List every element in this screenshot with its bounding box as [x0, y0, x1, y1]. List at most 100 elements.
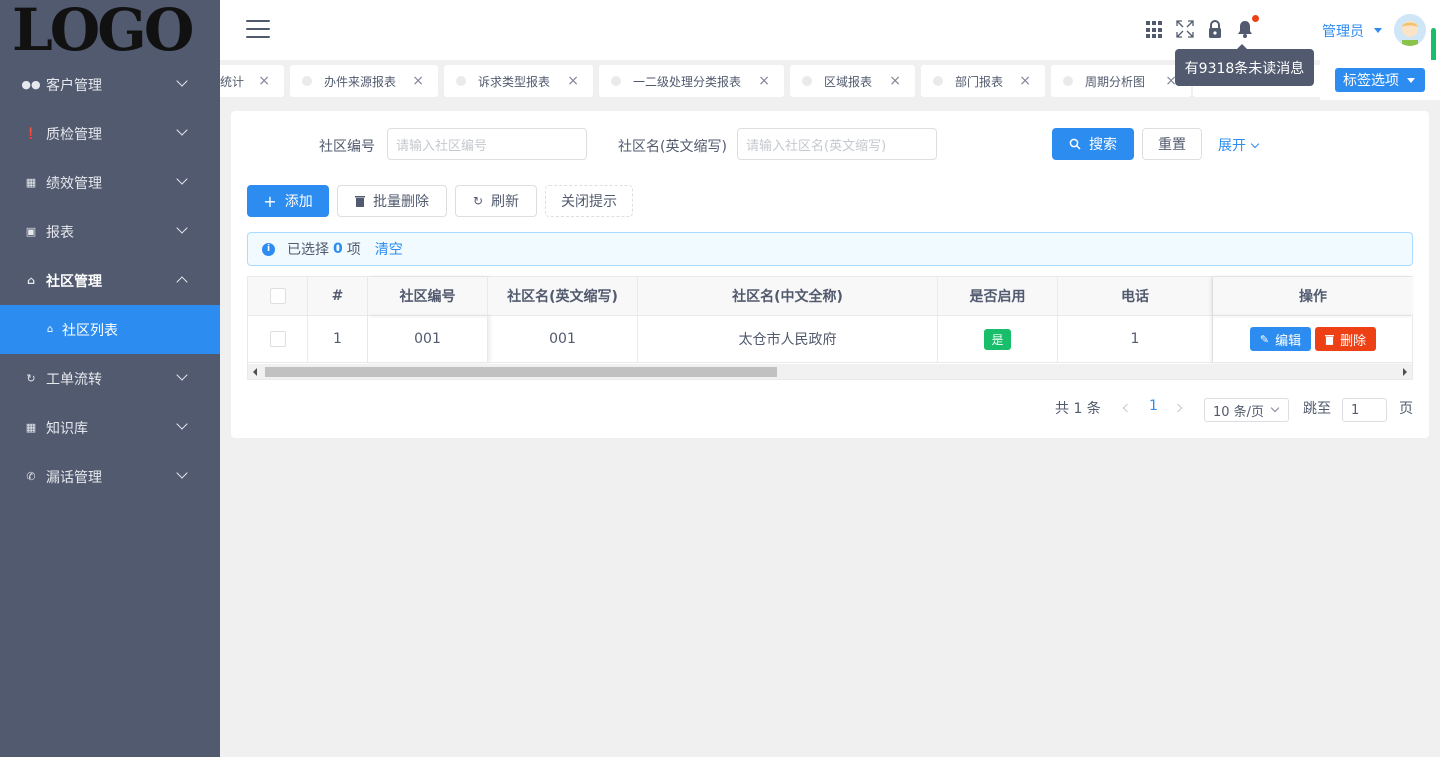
sidebar-item-label: 社区管理: [46, 273, 102, 290]
selection-alert: i 已选择 0 项 清空: [247, 232, 1413, 266]
sidebar-item-report[interactable]: ▣ 报表: [0, 207, 220, 256]
close-icon[interactable]: ×: [412, 73, 424, 89]
close-icon[interactable]: ×: [889, 73, 901, 89]
sidebar-subitem-community-list[interactable]: ⌂ 社区列表: [0, 305, 220, 354]
phone-icon: ✆: [26, 470, 36, 483]
close-icon[interactable]: ×: [1019, 73, 1031, 89]
tab-source-report[interactable]: 办件来源报表 ×: [290, 65, 438, 97]
tab-dot-icon: [611, 76, 621, 86]
sidebar-item-label: 漏话管理: [46, 469, 102, 486]
code-label: 社区编号: [319, 139, 375, 155]
chevron-down-icon: [176, 467, 188, 479]
close-tip-button[interactable]: 关闭提示: [545, 185, 633, 217]
add-button[interactable]: + 添加: [247, 185, 329, 217]
search-button-label: 搜索: [1089, 137, 1117, 153]
chevron-down-icon: [1250, 139, 1260, 149]
sidebar-item-label: 报表: [46, 224, 74, 241]
tab-label: 一二级处理分类报表: [633, 74, 742, 89]
notification-dot: [1252, 15, 1259, 22]
close-tip-label: 关闭提示: [561, 194, 617, 210]
caret-down-icon[interactable]: [1374, 28, 1382, 33]
sidebar-item-label: 客户管理: [46, 77, 102, 94]
chevron-down-icon: [176, 369, 188, 381]
chevron-down-icon: [176, 124, 188, 136]
sidebar-item-workorder[interactable]: ↻ 工单流转: [0, 354, 220, 403]
tab-classification-report[interactable]: 一二级处理分类报表 ×: [599, 65, 784, 97]
trash-icon: [1325, 334, 1335, 345]
name-label: 社区名(英文缩写): [618, 139, 727, 155]
edit-icon: ✎: [1259, 332, 1270, 346]
sidebar-item-quality[interactable]: ❗ 质检管理: [0, 109, 220, 158]
home-icon: ⌂: [27, 274, 35, 287]
community-code-input[interactable]: 请输入社区编号: [387, 128, 587, 160]
alert-prefix: 已选择: [287, 242, 329, 258]
page-size-select[interactable]: 10 条/页: [1204, 398, 1289, 422]
caret-down-icon: [1407, 78, 1415, 83]
close-icon[interactable]: ×: [567, 73, 579, 89]
avatar[interactable]: [1394, 14, 1426, 46]
tab-request-type-report[interactable]: 诉求类型报表 ×: [444, 65, 593, 97]
page-size-value: 10 条/页: [1213, 404, 1265, 420]
community-name-input[interactable]: 请输入社区名(英文缩写): [737, 128, 937, 160]
tab-dot-icon: [933, 76, 943, 86]
scroll-left-icon[interactable]: [253, 368, 257, 376]
table-cell: 001: [368, 316, 488, 363]
tab-dot-icon: [302, 76, 312, 86]
tab-options-button[interactable]: 标签选项: [1335, 68, 1425, 92]
alert-suffix: 项: [346, 242, 361, 258]
sidebar-item-customer[interactable]: ●● 客户管理: [0, 60, 220, 109]
batch-delete-label: 批量删除: [373, 194, 429, 210]
search-button[interactable]: 搜索: [1052, 128, 1134, 160]
home-icon: ⌂: [46, 324, 54, 335]
reset-button-label: 重置: [1158, 137, 1186, 153]
scrollbar-thumb[interactable]: [265, 367, 777, 377]
column-header: 电话: [1058, 277, 1213, 316]
edit-button[interactable]: ✎ 编辑: [1249, 327, 1312, 351]
column-header: 社区编号: [368, 277, 488, 316]
code-placeholder: 请输入社区编号: [396, 138, 488, 154]
scroll-right-icon[interactable]: [1403, 368, 1407, 376]
refresh-icon: ↻: [472, 194, 484, 208]
logo: LOGO: [0, 0, 220, 60]
clear-selection-link[interactable]: 清空: [375, 239, 403, 259]
reset-button[interactable]: 重置: [1142, 128, 1202, 160]
edit-label: 编辑: [1275, 333, 1302, 349]
prev-page-icon[interactable]: [1122, 403, 1132, 413]
refresh-button[interactable]: ↻ 刷新: [455, 185, 537, 217]
row-checkbox[interactable]: [269, 331, 286, 347]
jump-input[interactable]: 1: [1342, 398, 1387, 422]
batch-delete-button[interactable]: 批量删除: [337, 185, 447, 217]
close-icon[interactable]: ×: [258, 73, 270, 89]
sidebar-item-label: 绩效管理: [46, 175, 102, 192]
user-menu[interactable]: 管理员: [1322, 21, 1364, 41]
tab-period-chart[interactable]: 周期分析图 ×: [1051, 65, 1191, 97]
tab-options-label: 标签选项: [1343, 73, 1399, 89]
delete-button[interactable]: 删除: [1315, 327, 1377, 351]
select-all-checkbox[interactable]: [269, 288, 286, 304]
lock-icon[interactable]: [1205, 19, 1225, 39]
next-page-icon[interactable]: [1173, 403, 1183, 413]
chevron-down-icon: [1270, 403, 1280, 413]
header-checkbox-cell: [248, 277, 308, 316]
horizontal-scrollbar[interactable]: [248, 364, 1412, 379]
sidebar-item-community[interactable]: ⌂ 社区管理: [0, 256, 220, 305]
menu-toggle-icon[interactable]: [246, 20, 270, 40]
current-page[interactable]: 1: [1149, 398, 1158, 414]
table-cell: 太仓市人民政府: [638, 316, 938, 363]
refresh-icon: ↻: [26, 372, 36, 385]
sidebar-item-performance[interactable]: ▦ 绩效管理: [0, 158, 220, 207]
sidebar-item-missed-calls[interactable]: ✆ 漏话管理: [0, 452, 220, 501]
expand-link[interactable]: 展开: [1218, 135, 1260, 155]
selected-count: 0: [333, 241, 343, 257]
tab-department-report[interactable]: 部门报表 ×: [921, 65, 1045, 97]
bell-icon[interactable]: [1235, 19, 1255, 39]
tab-region-report[interactable]: 区域报表 ×: [790, 65, 915, 97]
sidebar-item-knowledge[interactable]: ▦ 知识库: [0, 403, 220, 452]
apps-grid-icon[interactable]: [1146, 19, 1166, 39]
close-icon[interactable]: ×: [758, 73, 770, 89]
tab-statistics[interactable]: 统计 ×: [220, 65, 284, 97]
sidebar: LOGO ●● 客户管理 ❗ 质检管理 ▦ 绩效管理 ▣ 报表 ⌂ 社区管理 ⌂…: [0, 0, 220, 757]
column-header: 社区名(英文缩写): [488, 277, 638, 316]
alert-circle-icon: ❗: [24, 127, 38, 140]
fullscreen-icon[interactable]: [1175, 19, 1195, 39]
